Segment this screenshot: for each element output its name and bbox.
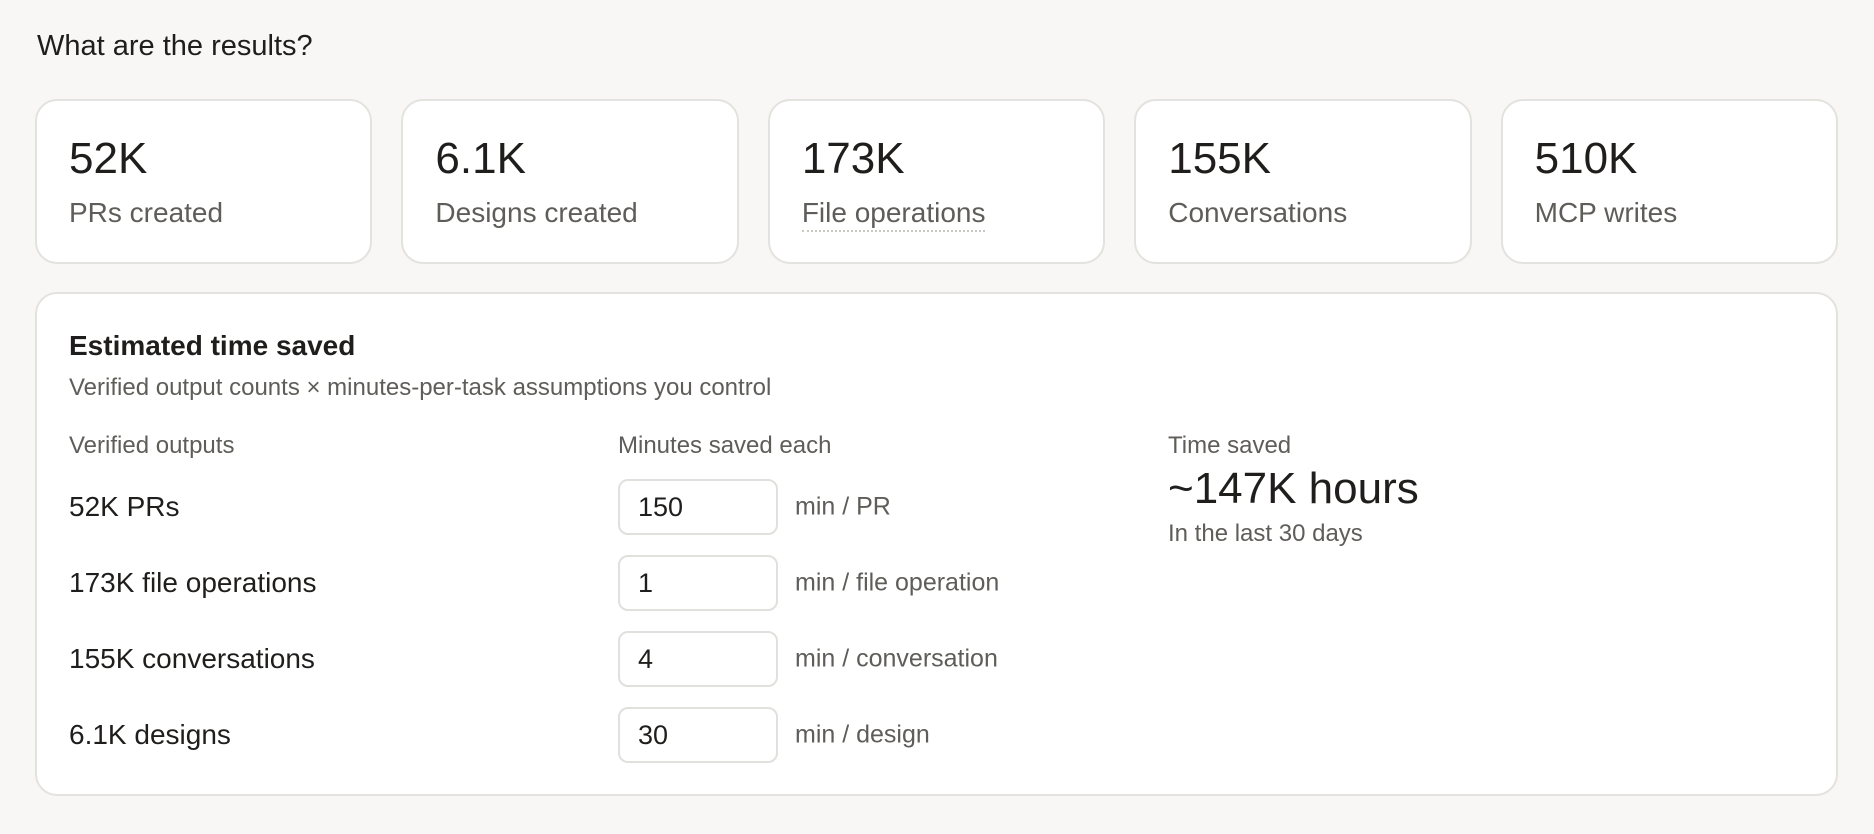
column-header-minutes: Minutes saved each (618, 432, 832, 459)
section-title: What are the results? (37, 30, 313, 62)
output-label: 155K conversations (69, 643, 315, 674)
stat-label: MCP writes (1534, 197, 1678, 228)
stat-label: Designs created (435, 197, 638, 228)
minutes-unit: min / file operation (795, 568, 1000, 597)
stat-value: 155K (1168, 134, 1271, 183)
minutes-input-conversations[interactable] (618, 631, 778, 687)
results-page: What are the results? 52K PRs created 6.… (0, 0, 1874, 834)
time-saved-subtitle: Verified output counts × minutes-per-tas… (69, 374, 772, 401)
stat-card-prs: 52K PRs created (35, 99, 373, 264)
minutes-unit: min / PR (795, 492, 891, 521)
stat-value: 52K (69, 134, 148, 183)
minutes-input-designs[interactable] (618, 707, 778, 763)
time-saved-title: Estimated time saved (69, 330, 356, 361)
time-saved-value: ~147K hours (1168, 464, 1419, 513)
time-saved-card: Estimated time saved Verified output cou… (35, 292, 1838, 796)
column-header-outputs: Verified outputs (69, 432, 235, 459)
stat-label: Conversations (1168, 197, 1348, 228)
stat-label: PRs created (69, 197, 224, 228)
stat-card-file-operations: 173K File operations (767, 99, 1106, 264)
output-row-file-operations: 173K file operations min / file operatio… (37, 555, 1137, 611)
minutes-unit: min / design (795, 720, 930, 749)
stat-value: 510K (1534, 134, 1638, 183)
output-row-prs: 52K PRs min / PR (37, 479, 1137, 535)
stat-card-conversations: 155K Conversations (1134, 99, 1472, 264)
minutes-input-prs[interactable] (618, 479, 778, 535)
column-header-time-saved: Time saved (1168, 432, 1292, 459)
stat-card-mcp-writes: 510K MCP writes (1500, 99, 1839, 264)
stats-row: 52K PRs created 6.1K Designs created 173… (35, 99, 1839, 264)
minutes-input-file-operations[interactable] (618, 555, 778, 611)
stat-card-designs: 6.1K Designs created (401, 99, 739, 264)
stat-label-tooltip-trigger[interactable]: File operations (801, 197, 986, 232)
output-label: 173K file operations (69, 567, 317, 598)
minutes-unit: min / conversation (795, 644, 998, 673)
time-saved-period: In the last 30 days (1168, 520, 1363, 547)
output-label: 52K PRs (69, 491, 180, 522)
stat-value: 173K (801, 134, 905, 183)
output-row-conversations: 155K conversations min / conversation (37, 631, 1137, 687)
output-row-designs: 6.1K designs min / design (37, 707, 1137, 763)
stat-value: 6.1K (435, 134, 526, 183)
output-label: 6.1K designs (69, 719, 231, 750)
